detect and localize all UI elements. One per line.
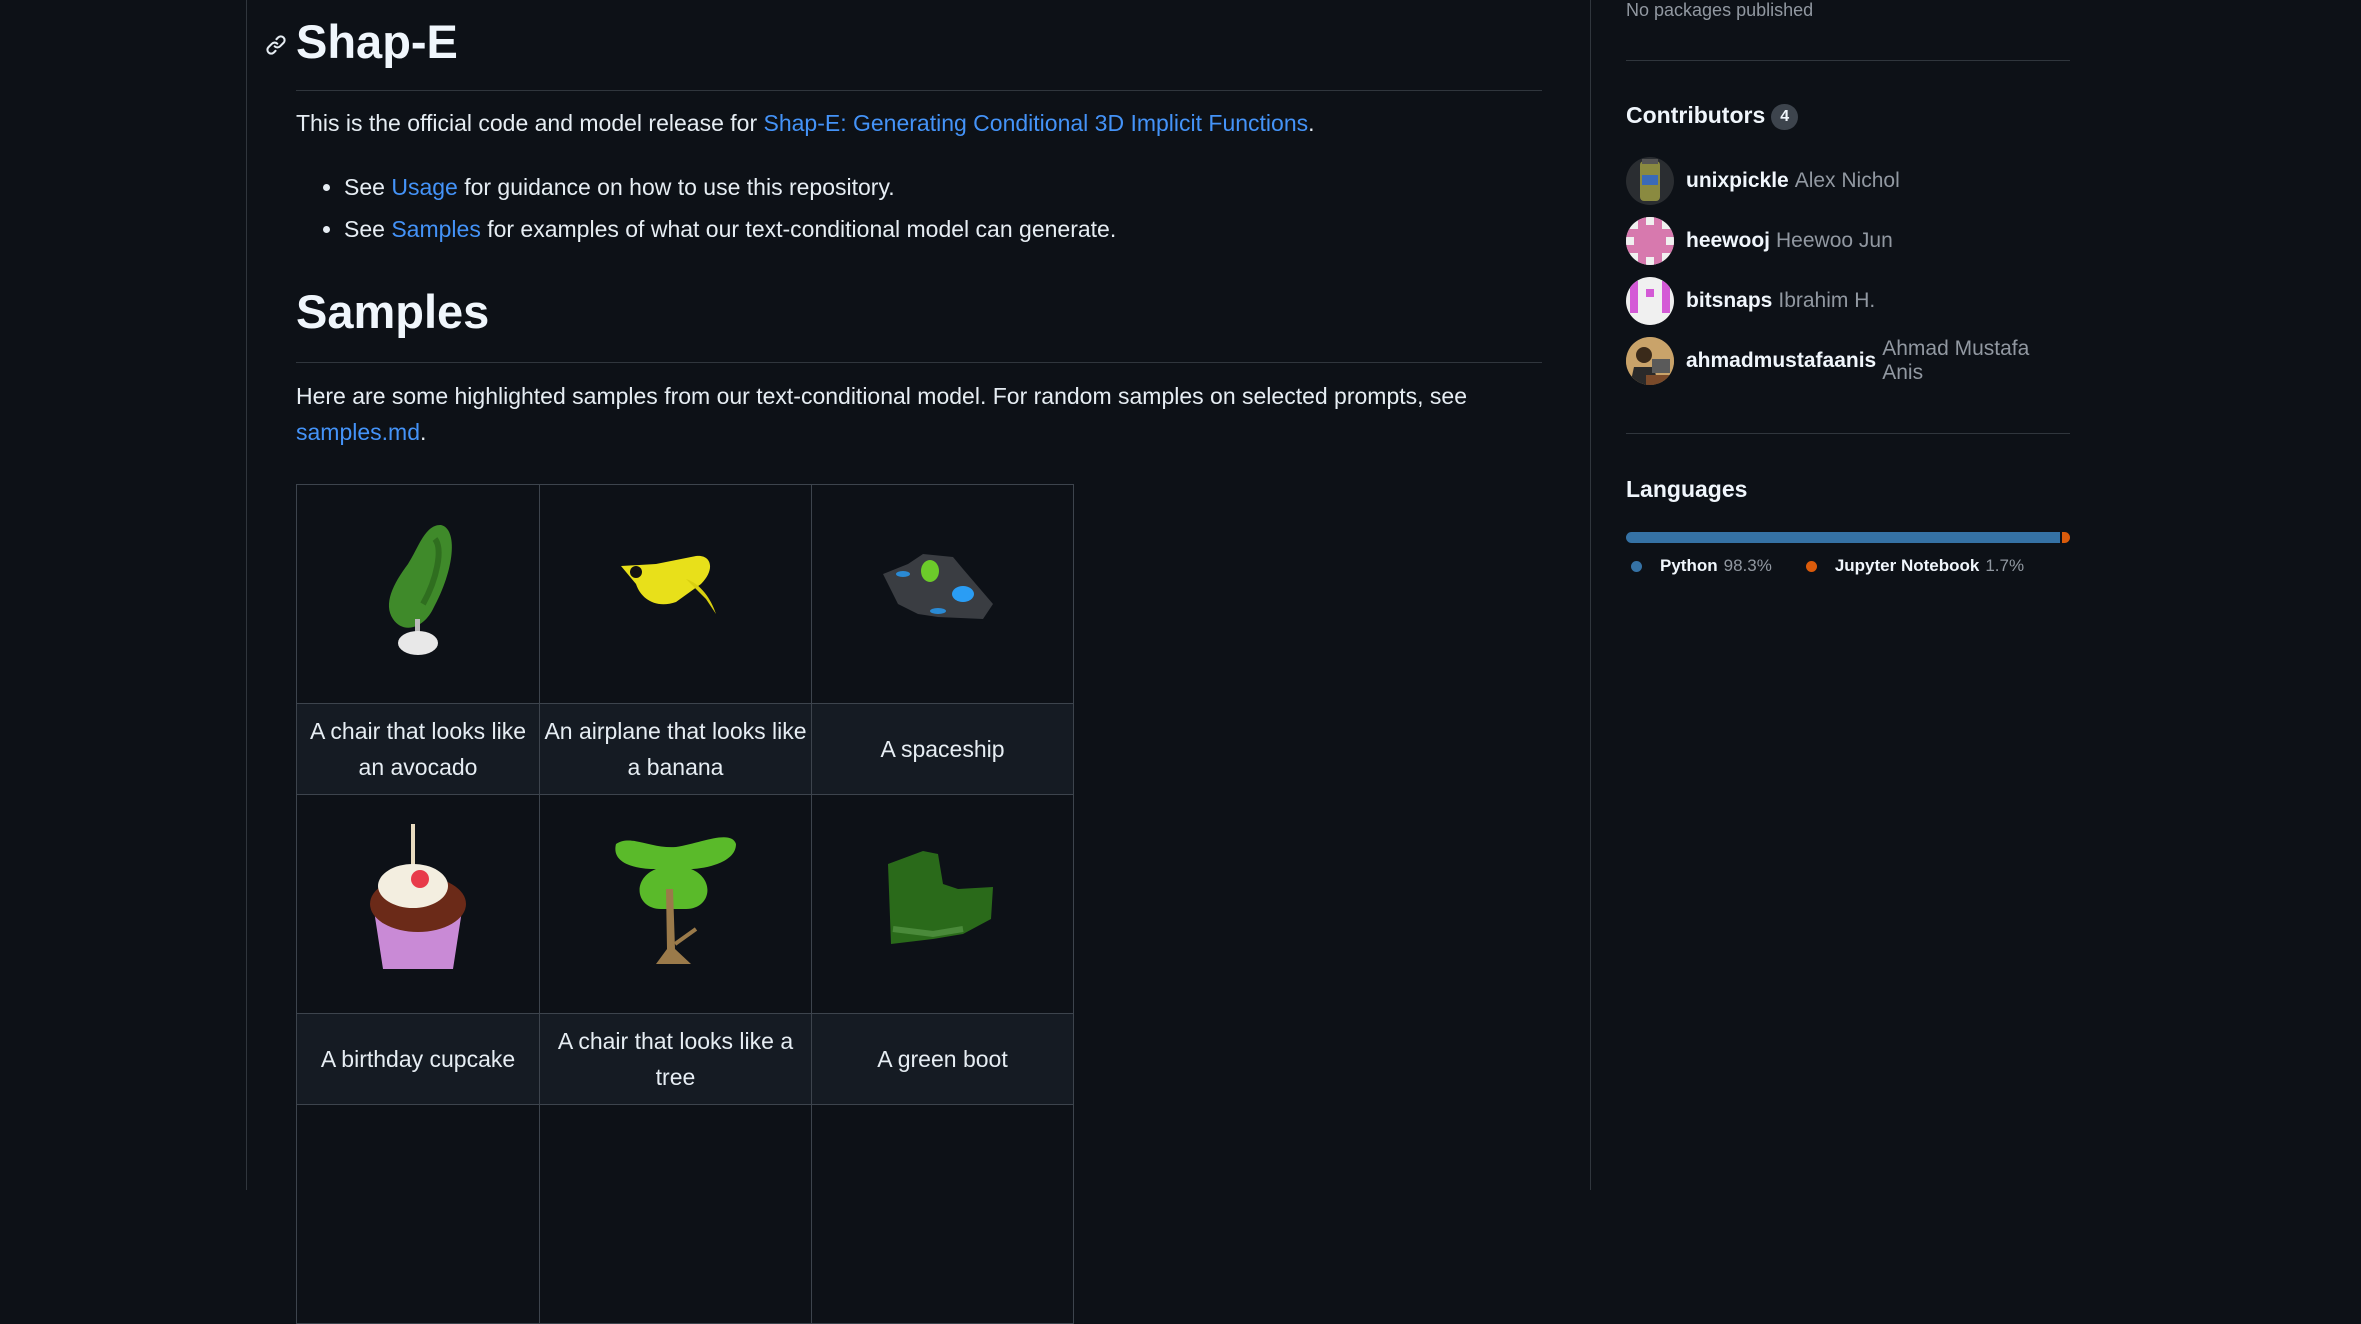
- list-item: See Usage for guidance on how to use thi…: [344, 166, 1116, 208]
- contributor-name: Ibrahim H.: [1778, 289, 1876, 312]
- samples-suffix: .: [419, 419, 427, 445]
- python-color-dot-icon: [1631, 560, 1642, 572]
- banana-airplane-image: [620, 555, 716, 614]
- sidebar-divider: [1626, 60, 2070, 61]
- sample-caption: A chair that looks like a tree: [539, 1013, 812, 1105]
- contributor-item[interactable]: heewooj Heewoo Jun: [1626, 217, 1893, 265]
- table-row: [296, 794, 1074, 1014]
- sample-image-cell: [539, 1104, 812, 1324]
- samples-link[interactable]: Samples: [391, 216, 480, 242]
- sample-caption: A spaceship: [811, 703, 1074, 795]
- intro-list: See Usage for guidance on how to use thi…: [296, 166, 1116, 250]
- table-row: A chair that looks like an avocado An ai…: [296, 703, 1074, 795]
- packages-empty-text: No packages published: [1626, 0, 1814, 20]
- jupyter-color-dot-icon: [1805, 560, 1817, 572]
- list-item: See Samples for examples of what our tex…: [344, 208, 1116, 250]
- language-name[interactable]: Python: [1660, 556, 1718, 576]
- language-bar-segment-python[interactable]: [1626, 532, 2061, 543]
- language-percent: 1.7%: [1985, 556, 2025, 575]
- avatar[interactable]: [1626, 337, 1674, 385]
- table-row: A birthday cupcake A chair that looks li…: [296, 1013, 1074, 1105]
- contributor-name: Heewoo Jun: [1776, 229, 1893, 252]
- birthday-cupcake-image: [370, 824, 466, 969]
- readme-container: Shap-E This is the official code and mod…: [246, 0, 1591, 1324]
- table-row: [296, 1104, 1074, 1324]
- tree-chair-image: [614, 837, 736, 964]
- sample-image-cell: [811, 794, 1074, 1014]
- sample-image-cell: [539, 484, 812, 704]
- contributor-login[interactable]: heewooj: [1686, 229, 1770, 253]
- intro-suffix: .: [1308, 110, 1315, 136]
- list-item-prefix: See: [344, 174, 392, 200]
- sample-caption: A green boot: [811, 1013, 1074, 1105]
- contributors-title[interactable]: Contributors: [1626, 102, 1765, 128]
- avatar[interactable]: [1626, 217, 1674, 265]
- samples-heading: Samples: [296, 285, 490, 338]
- languages-heading: Languages: [1626, 476, 1748, 502]
- green-boot-image: [887, 851, 993, 944]
- language-percent: 98.3%: [1723, 556, 1772, 575]
- sample-image-cell: [811, 484, 1074, 704]
- contributor-login[interactable]: bitsnaps: [1686, 289, 1772, 313]
- contributor-name: Alex Nichol: [1794, 169, 1900, 192]
- avocado-chair-image: [388, 524, 452, 655]
- samples-table: A chair that looks like an avocado An ai…: [296, 484, 1074, 1324]
- contributor-name: Ahmad Mustafa Anis: [1882, 337, 2030, 384]
- languages-bar: [1626, 532, 2070, 543]
- readme-title: Shap-E: [296, 15, 458, 68]
- samples-text: Here are some highlighted samples from o…: [296, 383, 1468, 409]
- language-name[interactable]: Jupyter Notebook: [1835, 556, 1980, 576]
- contributor-login[interactable]: ahmadmustafaanis: [1686, 349, 1876, 373]
- contributors-heading[interactable]: Contributors 4: [1626, 102, 1799, 130]
- samples-divider: [296, 362, 1542, 363]
- sample-caption: An airplane that looks like a banana: [539, 703, 812, 795]
- sample-image-cell: [296, 794, 540, 1014]
- sample-caption: A chair that looks like an avocado: [296, 703, 540, 795]
- avatar[interactable]: [1626, 157, 1674, 205]
- contributor-item[interactable]: ahmadmustafaanis Ahmad Mustafa Anis: [1626, 337, 2070, 385]
- sample-image-cell: [811, 1104, 1074, 1324]
- samples-md-link[interactable]: samples.md: [296, 419, 420, 445]
- table-row: [296, 484, 1074, 704]
- intro-text: This is the official code and model rele…: [296, 110, 764, 136]
- languages-legend: Python 98.3% Jupyter Notebook 1.7%: [1631, 556, 2024, 576]
- language-bar-segment-jupyter[interactable]: [2062, 532, 2070, 543]
- spaceship-image: [882, 554, 993, 619]
- title-divider: [296, 90, 1542, 91]
- paper-link[interactable]: Shap-E: Generating Conditional 3D Implic…: [764, 110, 1309, 136]
- list-item-text: for guidance on how to use this reposito…: [457, 174, 895, 200]
- contributors-count-badge: 4: [1771, 104, 1799, 130]
- sample-image-cell: [296, 1104, 540, 1324]
- sidebar-divider: [1626, 433, 2070, 434]
- samples-paragraph: Here are some highlighted samples from o…: [296, 378, 1542, 450]
- link-anchor-icon[interactable]: [265, 34, 287, 56]
- list-item-prefix: See: [344, 216, 392, 242]
- sample-image-cell: [296, 484, 540, 704]
- contributor-login[interactable]: unixpickle: [1686, 169, 1789, 193]
- avatar[interactable]: [1626, 277, 1674, 325]
- intro-paragraph: This is the official code and model rele…: [296, 105, 1315, 141]
- contributor-item[interactable]: bitsnaps Ibrahim H.: [1626, 277, 1875, 325]
- usage-link[interactable]: Usage: [391, 174, 457, 200]
- contributor-item[interactable]: unixpickle Alex Nichol: [1626, 157, 1900, 205]
- list-item-text: for examples of what our text-conditiona…: [480, 216, 1117, 242]
- sample-caption: A birthday cupcake: [296, 1013, 540, 1105]
- sample-image-cell: [539, 794, 812, 1014]
